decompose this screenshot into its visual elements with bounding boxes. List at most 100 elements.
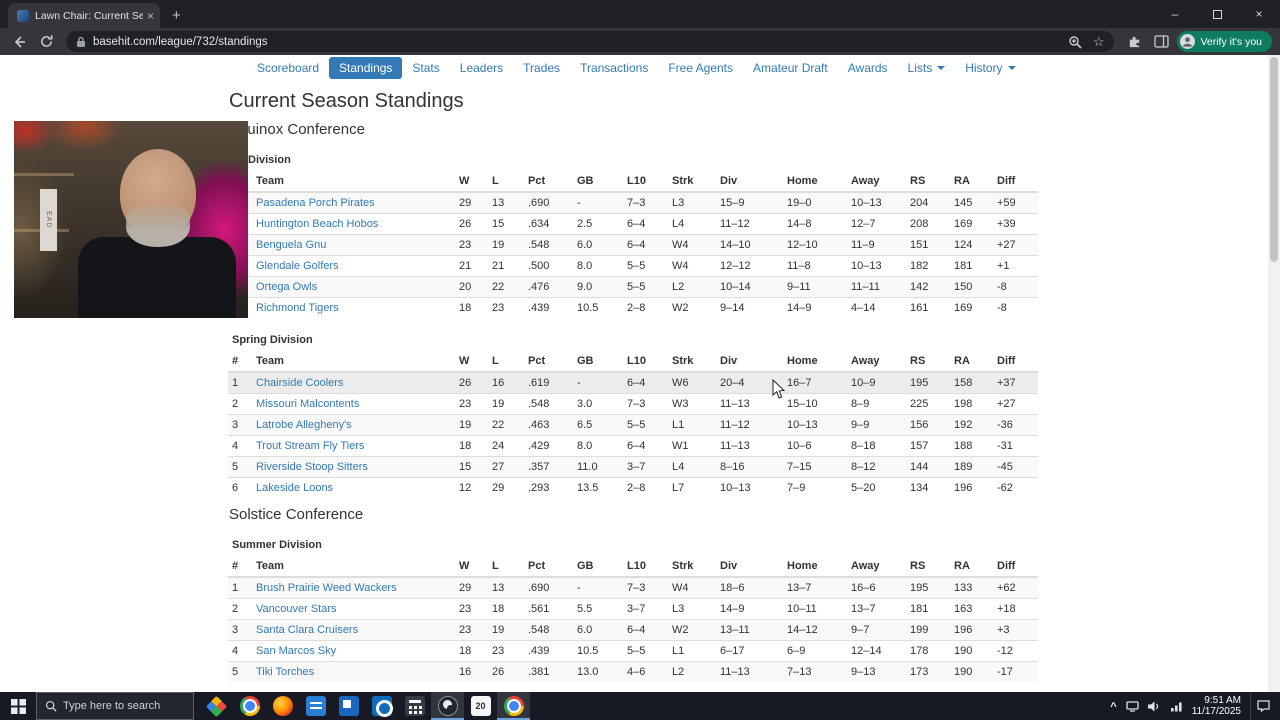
stat-cell: 12–12 — [716, 255, 783, 277]
team-link[interactable]: Missouri Malcontents — [256, 398, 359, 410]
stat-cell: 21 — [488, 255, 524, 277]
standings-table: #TeamWLPctGBL10StrkDivHomeAwayRSRADiff Pa… — [228, 171, 1038, 318]
team-link[interactable]: San Marcos Sky — [256, 645, 336, 657]
nav-item-scoreboard[interactable]: Scoreboard — [247, 57, 329, 79]
column-header-Div: Div — [716, 351, 783, 373]
team-link[interactable]: Riverside Stoop Sitters — [256, 461, 368, 473]
team-link[interactable]: Santa Clara Cruisers — [256, 624, 358, 636]
app-browser-button[interactable] — [497, 692, 530, 720]
scrollbar-thumb[interactable] — [1270, 57, 1278, 262]
nav-item-lists[interactable]: Lists — [898, 57, 956, 79]
nav-item-free-agents[interactable]: Free Agents — [658, 57, 743, 79]
app-obs-button[interactable] — [431, 692, 464, 720]
close-button[interactable]: × — [1238, 0, 1280, 28]
stat-cell: L2 — [668, 276, 716, 298]
column-header-Strk: Strk — [668, 171, 716, 193]
calendar-icon: 20 — [470, 696, 491, 716]
app-pinwheel-button[interactable] — [200, 692, 233, 720]
tray-monitor-icon[interactable] — [1126, 700, 1139, 712]
maximize-icon — [1212, 9, 1222, 19]
stat-cell: 8.0 — [573, 435, 623, 457]
division-name: Summer Division — [232, 539, 322, 551]
new-tab-button[interactable]: + — [172, 7, 181, 24]
column-header-Div: Div — [716, 171, 783, 193]
header-row: #TeamWLPctGBL10StrkDivHomeAwayRSRADiff — [228, 171, 1038, 193]
maximize-button[interactable] — [1196, 0, 1238, 28]
team-link[interactable]: Pasadena Porch Pirates — [256, 197, 375, 209]
system-tray: ^ 9:51 AM 11/17/2025 — [1110, 692, 1280, 720]
nav-item-standings[interactable]: Standings — [329, 57, 403, 79]
stat-cell: -12 — [993, 640, 1038, 662]
team-link[interactable]: Brush Prairie Weed Wackers — [256, 582, 397, 594]
minimize-button[interactable]: – — [1154, 0, 1196, 28]
team-link[interactable]: Chairside Coolers — [256, 377, 343, 389]
team-row: Richmond Tigers 18 23.439 10.5 2–8 W2 9–14 14–9… — [228, 297, 1038, 318]
profile-verify-button[interactable]: Verify it's you — [1177, 31, 1272, 52]
extensions-button[interactable] — [1123, 31, 1145, 53]
browser-tab[interactable]: Lawn Chair: Current Season Sta × — [8, 3, 160, 28]
team-link[interactable]: Tiki Torches — [256, 666, 314, 678]
team-link[interactable]: Benguela Gnu — [256, 239, 326, 251]
app-calendar-button[interactable]: 20 — [464, 692, 497, 720]
bookmark-star-icon[interactable]: ☆ — [1093, 35, 1105, 48]
page-scrollbar[interactable] — [1268, 55, 1280, 692]
webcam-box-text: EAD — [40, 189, 57, 251]
team-link[interactable]: Lakeside Loons — [256, 482, 333, 494]
tab-close-icon[interactable]: × — [147, 9, 154, 23]
stat-cell: 29 — [455, 191, 488, 214]
stat-cell: 14–10 — [716, 234, 783, 256]
notification-center-button[interactable] — [1250, 692, 1276, 720]
nav-item-transactions[interactable]: Transactions — [570, 57, 658, 79]
app-firefox-button[interactable] — [266, 692, 299, 720]
team-link[interactable]: Huntington Beach Hobos — [256, 218, 378, 230]
stat-cell: 161 — [906, 297, 950, 318]
stat-cell: 20 — [455, 276, 488, 298]
zoom-button[interactable] — [1064, 31, 1086, 53]
stat-cell: 10–6 — [783, 435, 847, 457]
tray-volume-icon[interactable] — [1147, 701, 1161, 712]
nav-item-amateur-draft[interactable]: Amateur Draft — [743, 57, 838, 79]
team-cell: Lakeside Loons — [252, 477, 455, 498]
team-link[interactable]: Trout Stream Fly Tiers — [256, 440, 364, 452]
stat-cell: 18–6 — [716, 576, 783, 599]
stat-cell: 124 — [950, 234, 993, 256]
app-calculator-button[interactable] — [398, 692, 431, 720]
back-button[interactable] — [8, 31, 30, 53]
refresh-button[interactable] — [35, 31, 57, 53]
team-link[interactable]: Richmond Tigers — [256, 302, 339, 314]
column-header-rank: # — [228, 556, 252, 578]
stat-cell: .500 — [524, 255, 573, 277]
team-link[interactable]: Glendale Golfers — [256, 260, 339, 272]
stat-cell: 133 — [950, 576, 993, 599]
stat-cell: 5–5 — [623, 640, 668, 662]
taskbar-search[interactable] — [36, 692, 194, 720]
tray-network-icon[interactable] — [1170, 701, 1183, 712]
side-panel-button[interactable] — [1150, 31, 1172, 53]
start-button[interactable] — [0, 692, 36, 720]
team-link[interactable]: Ortega Owls — [256, 281, 317, 293]
stat-cell: 16 — [455, 661, 488, 682]
stat-cell: 158 — [950, 371, 993, 394]
search-input[interactable] — [63, 700, 181, 712]
app-bluebox-button[interactable] — [332, 692, 365, 720]
nav-item-history[interactable]: History — [955, 57, 1025, 79]
app-chrome-button[interactable] — [233, 692, 266, 720]
stat-cell: L7 — [668, 477, 716, 498]
tray-clock[interactable]: 9:51 AM 11/17/2025 — [1192, 695, 1241, 718]
address-bar[interactable]: basehit.com/league/732/standings ☆ — [66, 31, 1115, 53]
app-word-button[interactable] — [299, 692, 332, 720]
tray-chevron-icon[interactable]: ^ — [1110, 701, 1116, 713]
screen: Lawn Chair: Current Season Sta × + – × b… — [0, 0, 1280, 720]
stat-cell: 22 — [488, 414, 524, 436]
team-link[interactable]: Vancouver Stars — [256, 603, 337, 615]
stat-cell: 169 — [950, 213, 993, 235]
team-link[interactable]: Latrobe Allegheny's — [256, 419, 352, 431]
nav-item-leaders[interactable]: Leaders — [450, 57, 513, 79]
nav-item-awards[interactable]: Awards — [838, 57, 898, 79]
stat-cell: 23 — [488, 297, 524, 318]
nav-item-stats[interactable]: Stats — [402, 57, 449, 79]
app-outlook-button[interactable] — [365, 692, 398, 720]
column-header-Pct: Pct — [524, 171, 573, 193]
stat-cell: W6 — [668, 371, 716, 394]
nav-item-trades[interactable]: Trades — [513, 57, 570, 79]
